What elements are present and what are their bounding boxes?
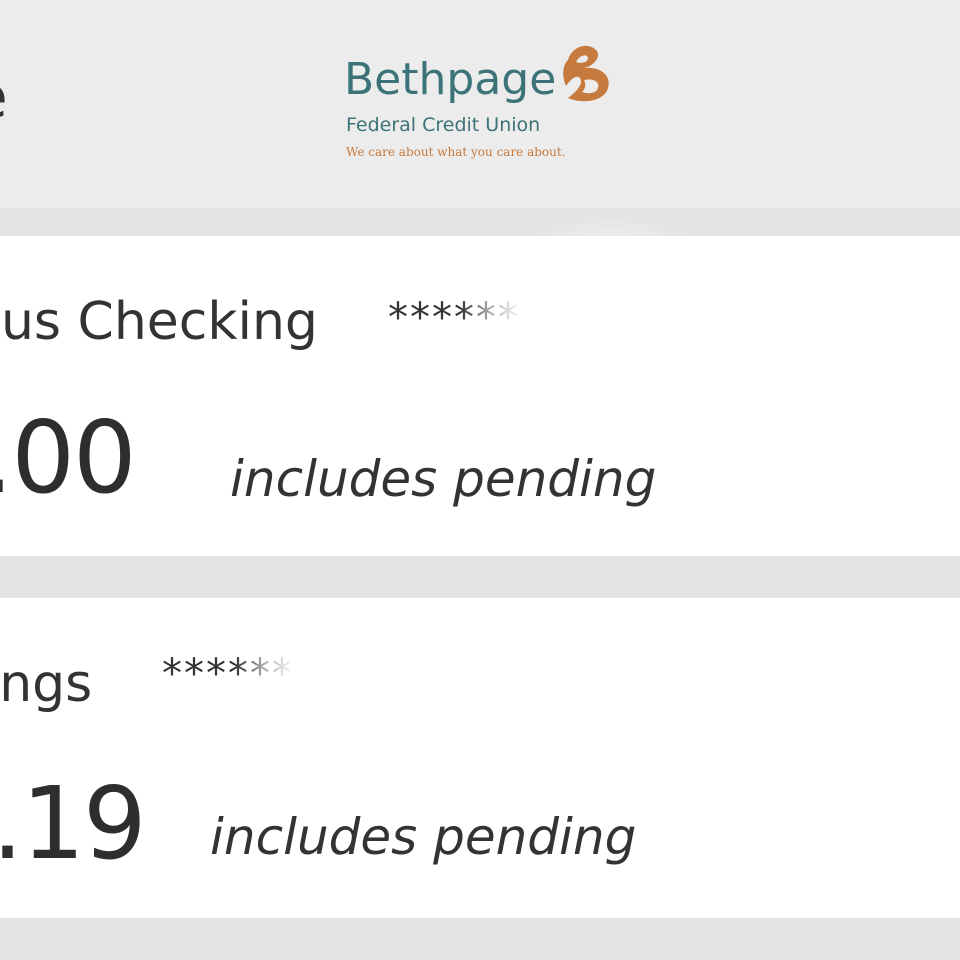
accounts-screen: e Bethpage Federal Credit Union We care …	[0, 0, 960, 960]
app-header: e Bethpage Federal Credit Union We care …	[0, 0, 960, 208]
logo-tagline: We care about what you care about.	[346, 145, 566, 159]
account-balance: 0.00	[0, 399, 137, 516]
account-number-mask: ******	[388, 295, 520, 341]
account-balance: 0.19	[0, 765, 147, 882]
logo-subtitle: Federal Credit Union	[346, 114, 541, 136]
pending-note: includes pending	[210, 808, 637, 866]
account-name: nus Checking	[0, 292, 318, 352]
bethpage-b-mark-icon	[563, 45, 609, 102]
account-card-savings[interactable]: vings ****** 0.19 includes pending	[0, 598, 960, 918]
pending-note: includes pending	[230, 450, 657, 508]
account-name: vings	[0, 654, 93, 714]
account-card-checking[interactable]: nus Checking ****** 0.00 includes pendin…	[0, 216, 960, 556]
account-number-mask: ******	[162, 651, 294, 697]
logo-name: Bethpage	[344, 54, 557, 105]
glare	[500, 216, 720, 336]
header-left-text: e	[0, 68, 8, 126]
bethpage-logo: Bethpage Federal Credit Union We care ab…	[344, 45, 624, 168]
